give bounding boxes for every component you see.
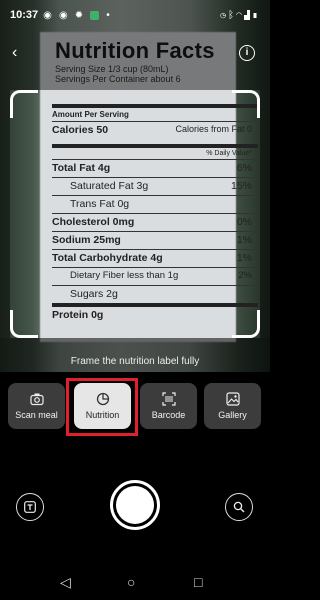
status-bar: 10:37 ◉ ◉ ✹ • ◷ᛒ◠▟▮ bbox=[0, 0, 270, 30]
image-icon bbox=[225, 392, 240, 406]
label-row-carbohydrate: Total Carbohydrate 4g 1% bbox=[52, 249, 258, 264]
text-icon bbox=[24, 501, 36, 513]
frame-corner-top-left bbox=[10, 90, 38, 118]
info-icon[interactable]: i bbox=[239, 45, 255, 61]
mode-label: Barcode bbox=[151, 410, 186, 420]
nav-back-icon[interactable]: ◁ bbox=[60, 574, 71, 591]
whatsapp-icon: ◉ bbox=[58, 10, 68, 21]
alarm-icon: ◷ bbox=[220, 9, 228, 21]
label-row-sodium: Sodium 25mg 1% bbox=[52, 231, 258, 246]
dot-icon: • bbox=[106, 10, 110, 21]
barcode-scan-icon bbox=[161, 392, 176, 406]
label-row-total-fat: Total Fat 4g 6% bbox=[52, 159, 258, 174]
label-row-trans-fat: Trans Fat 0g bbox=[52, 195, 258, 210]
label-amount-per: Amount Per Serving bbox=[52, 104, 258, 119]
status-left-icons: ◉ ◉ ✹ • bbox=[43, 9, 114, 21]
mode-gallery-button[interactable]: Gallery bbox=[204, 383, 261, 429]
frame-hint-text: Frame the nutrition label fully bbox=[70, 356, 200, 367]
mode-scan-meal-button[interactable]: Scan meal bbox=[8, 383, 65, 429]
nav-recents-icon[interactable]: □ bbox=[194, 574, 202, 590]
label-calories-row: Calories 50 Calories from Fat 0 bbox=[52, 121, 258, 136]
mode-label: Gallery bbox=[218, 410, 247, 420]
lens-search-button[interactable] bbox=[225, 493, 253, 521]
camera-icon bbox=[29, 393, 44, 406]
scan-overlay-left bbox=[0, 90, 10, 338]
frame-corner-bottom-right bbox=[232, 310, 260, 338]
text-scan-button[interactable] bbox=[16, 493, 44, 521]
label-row-cholesterol: Cholesterol 0mg 0% bbox=[52, 213, 258, 228]
battery-icon: ▮ bbox=[252, 9, 260, 21]
bluetooth-icon: ᛒ bbox=[228, 9, 236, 21]
label-row-fiber: Dietary Fiber less than 1g 2% bbox=[52, 267, 258, 281]
settings-icon: ✹ bbox=[74, 10, 84, 21]
label-row-protein: Protein 0g bbox=[52, 303, 258, 321]
nav-home-icon[interactable]: ○ bbox=[127, 574, 135, 590]
frame-corner-bottom-left bbox=[10, 310, 38, 338]
system-nav-bar: ◁ ○ □ bbox=[0, 566, 270, 600]
wifi-icon: ◠ bbox=[236, 9, 244, 21]
frame-corner-top-right bbox=[232, 90, 260, 118]
shutter-button[interactable] bbox=[110, 480, 160, 530]
selection-highlight-box bbox=[66, 378, 138, 436]
mode-label: Scan meal bbox=[15, 410, 58, 420]
label-row-saturated-fat: Saturated Fat 3g 15% bbox=[52, 177, 258, 192]
search-icon bbox=[233, 501, 245, 513]
label-row-sugars: Sugars 2g bbox=[52, 285, 258, 300]
shutter-inner bbox=[116, 486, 154, 524]
status-time: 10:37 bbox=[10, 9, 39, 21]
back-chevron-icon[interactable]: ‹ bbox=[12, 44, 17, 62]
signal-icon: ▟ bbox=[244, 9, 252, 21]
label-daily-value: % Daily Value* bbox=[52, 144, 258, 157]
app-icon bbox=[90, 10, 100, 20]
status-right-icons: ◷ᛒ◠▟▮ bbox=[220, 10, 260, 21]
mode-barcode-button[interactable]: Barcode bbox=[140, 383, 197, 429]
camera-preview: Nutrition Facts Serving Size 1/3 cup (80… bbox=[0, 0, 270, 372]
scan-overlay-right bbox=[260, 90, 270, 338]
whatsapp-icon: ◉ bbox=[43, 10, 52, 21]
